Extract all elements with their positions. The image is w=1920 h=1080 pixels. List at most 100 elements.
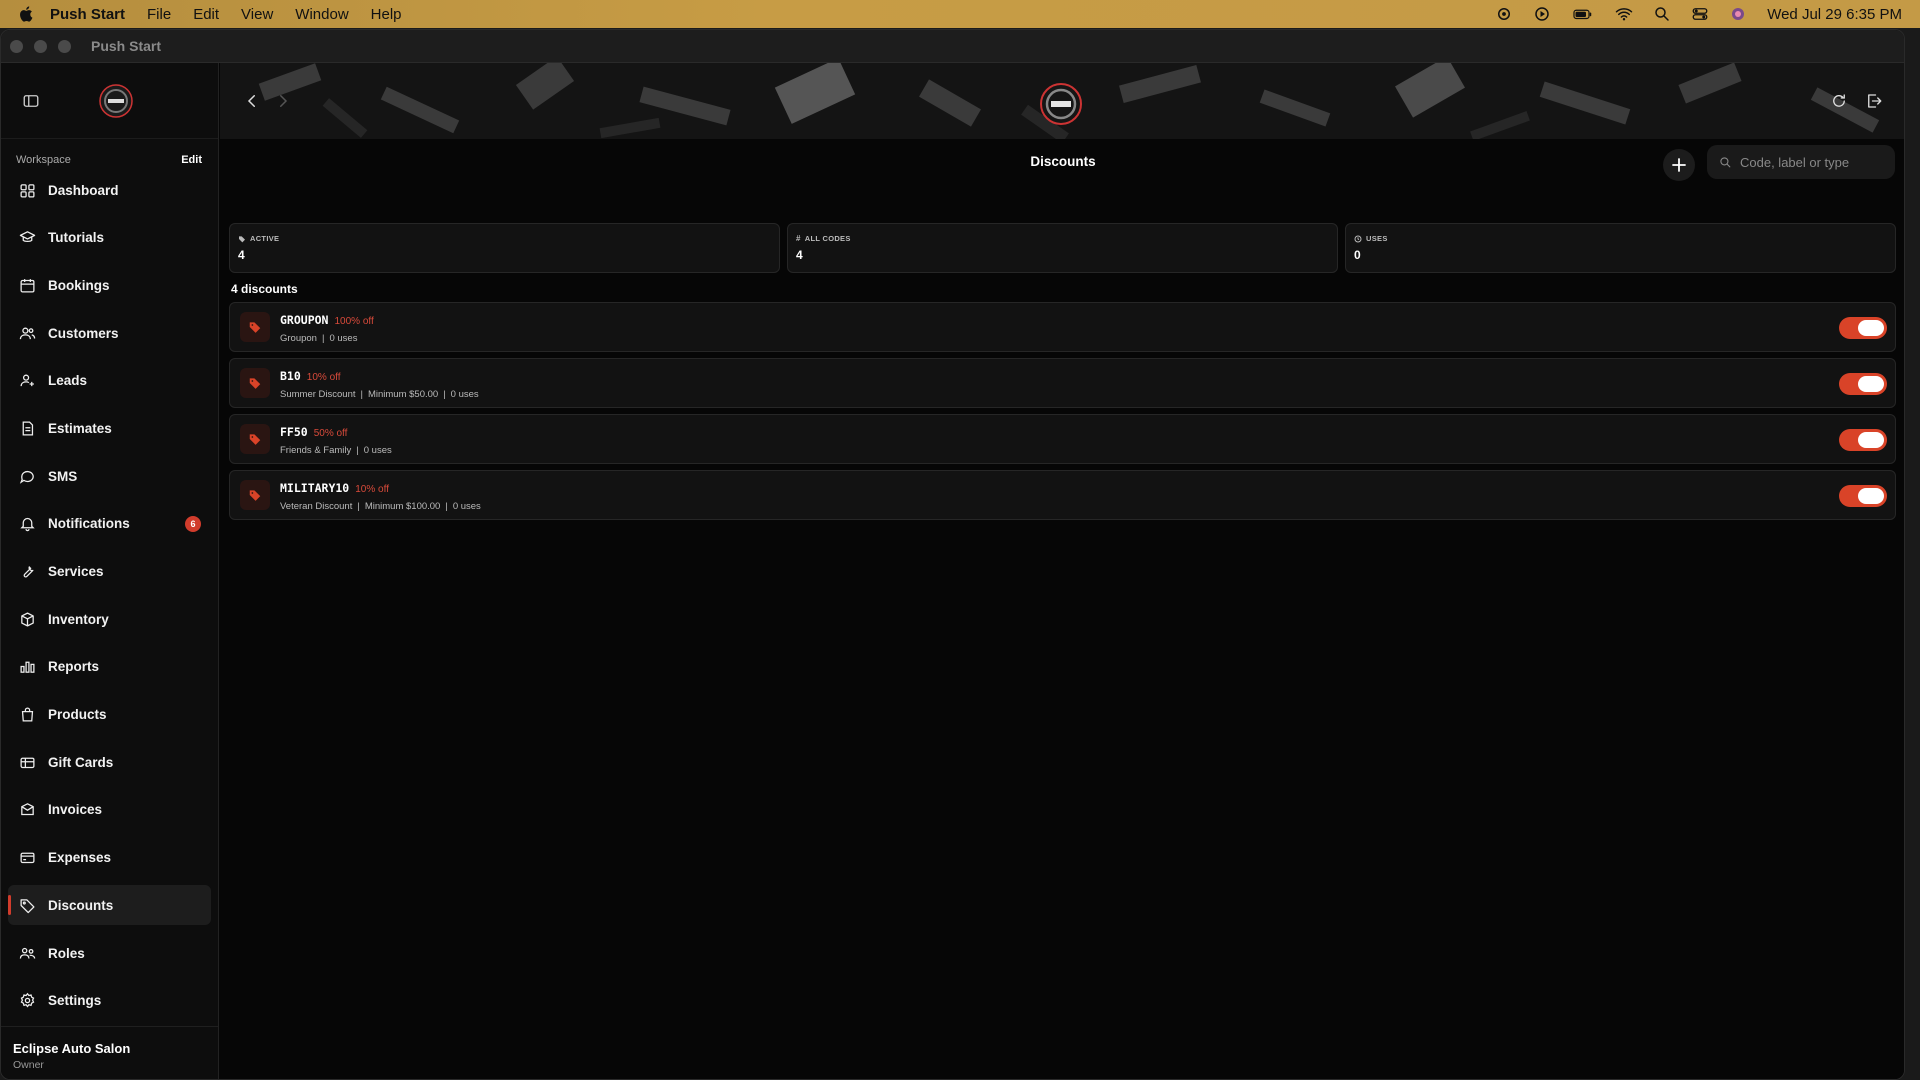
shopping-bag-icon — [21, 707, 34, 722]
gear-icon — [20, 992, 35, 1008]
wifi-icon[interactable] — [1615, 5, 1633, 23]
sidebar-item-label: Expenses — [48, 850, 112, 866]
hash-icon: # — [796, 234, 801, 243]
battery-icon[interactable] — [1571, 5, 1595, 23]
header-banner — [220, 63, 1904, 139]
sidebar-item-label: Reports — [48, 659, 100, 675]
center-brand-logo — [1040, 83, 1082, 125]
menu-view[interactable]: View — [241, 6, 273, 23]
organization-name: Eclipse Auto Salon — [13, 1041, 131, 1056]
discount-enabled-toggle[interactable] — [1839, 373, 1887, 395]
discount-row-military10[interactable]: MILITARY10 10% off Veteran Discount | Minim… — [229, 470, 1896, 520]
plus-icon — [1672, 158, 1686, 172]
sidebar-item-label: Invoices — [48, 802, 103, 818]
sidebar-item-gift-cards[interactable]: Gift Cards — [8, 742, 211, 782]
discount-label: Friends & Family — [280, 444, 352, 456]
sidebar-item-label: Roles — [48, 945, 85, 961]
minimize-window-button[interactable] — [34, 39, 47, 53]
discount-row-b10[interactable]: B10 10% off Summer Discount | Minimum $50.0… — [229, 358, 1896, 408]
sidebar-item-label: Customers — [48, 325, 119, 341]
sidebar-item-label: Products — [48, 707, 107, 723]
account-footer[interactable]: Eclipse Auto Salon Owner — [1, 1026, 218, 1079]
tag-icon — [20, 899, 35, 914]
sidebar-item-services[interactable]: Services — [8, 552, 211, 592]
sidebar-item-notifications[interactable]: Notifications 6 — [8, 504, 211, 544]
workspace-header: Workspace Edit — [1, 139, 218, 166]
apple-icon[interactable] — [18, 5, 36, 23]
sidebar-item-settings[interactable]: Settings — [8, 981, 211, 1021]
stat-card-active: ACTIVE 4 — [229, 223, 780, 273]
sidebar-item-leads[interactable]: Leads — [8, 361, 211, 401]
graduation-cap-icon — [19, 231, 36, 243]
user-plus-icon — [20, 374, 34, 387]
sidebar-item-customers[interactable]: Customers — [8, 313, 211, 353]
discount-enabled-toggle[interactable] — [1839, 429, 1887, 451]
sidebar-item-label: Services — [48, 564, 104, 579]
menu-help[interactable]: Help — [371, 6, 402, 23]
sidebar-item-label: Leads — [48, 373, 88, 389]
discount-list: GROUPON 100% off Groupon | 0 uses B10 10% of… — [229, 302, 1896, 526]
search-input[interactable]: Code, label or type — [1707, 145, 1895, 179]
credit-card-icon — [20, 852, 35, 864]
tag-icon — [249, 378, 261, 389]
discount-row-groupon[interactable]: GROUPON 100% off Groupon | 0 uses — [229, 302, 1896, 352]
control-center-icon[interactable] — [1691, 5, 1709, 23]
workspace-edit-button[interactable]: Edit — [181, 154, 202, 166]
sidebar-item-label: SMS — [48, 468, 78, 484]
close-window-button[interactable] — [10, 39, 23, 53]
play-circle-icon[interactable] — [1533, 5, 1551, 23]
sidebar-item-products[interactable]: Products — [8, 695, 211, 735]
menu-window[interactable]: Window — [295, 6, 348, 23]
discount-enabled-toggle[interactable] — [1839, 317, 1887, 339]
stat-label: ALL CODES — [804, 234, 851, 243]
discount-enabled-toggle[interactable] — [1839, 485, 1887, 507]
stat-value: 0 — [1354, 248, 1361, 262]
back-arrow-icon[interactable] — [243, 92, 261, 110]
sidebar-item-label: Inventory — [48, 611, 109, 627]
sidebar-item-discounts[interactable]: Discounts — [8, 885, 211, 926]
discount-row-ff50[interactable]: FF50 50% off Friends & Family | 0 uses — [229, 414, 1896, 464]
sidebar-item-inventory[interactable]: Inventory — [8, 599, 211, 639]
calendar-icon — [20, 279, 35, 293]
spotlight-search-icon[interactable] — [1653, 5, 1671, 23]
gift-card-icon — [20, 757, 35, 768]
forward-arrow-icon[interactable] — [274, 92, 292, 110]
chat-bubble-icon — [19, 470, 34, 484]
menubar-clock[interactable]: Wed Jul 29 6:35 PM — [1767, 6, 1902, 23]
sidebar-item-bookings[interactable]: Bookings — [8, 265, 211, 305]
stat-label: ACTIVE — [250, 234, 280, 243]
sign-out-icon[interactable] — [1865, 92, 1883, 110]
users-roles-icon — [19, 947, 36, 959]
sidebar-item-label: Bookings — [48, 277, 110, 293]
siri-icon[interactable] — [1729, 5, 1747, 23]
sidebar-toggle-icon[interactable] — [22, 92, 40, 110]
user-role: Owner — [13, 1059, 44, 1071]
sidebar-item-label: Notifications — [48, 516, 130, 532]
search-icon — [1720, 156, 1731, 167]
stat-card-uses: USES 0 — [1345, 223, 1896, 273]
menu-app-name[interactable]: Push Start — [50, 6, 125, 23]
bell-icon — [20, 518, 35, 532]
add-discount-button[interactable] — [1663, 149, 1695, 181]
wrench-icon — [23, 566, 34, 578]
sidebar-item-label: Settings — [48, 993, 102, 1009]
stats-row: ACTIVE 4 # ALL CODES 4 USES 0 — [229, 223, 1896, 273]
sidebar-item-tutorials[interactable]: Tutorials — [8, 218, 211, 258]
sidebar-item-roles[interactable]: Roles — [8, 933, 211, 973]
sidebar-item-dashboard[interactable]: Dashboard — [8, 170, 211, 210]
sidebar-item-estimates[interactable]: Estimates — [8, 408, 211, 448]
discount-icon — [240, 480, 270, 510]
zoom-window-button[interactable] — [58, 39, 71, 53]
tag-icon — [249, 490, 261, 501]
tag-icon — [249, 322, 261, 333]
sidebar-item-sms[interactable]: SMS — [8, 456, 211, 496]
sidebar-item-invoices[interactable]: Invoices — [8, 790, 211, 830]
menu-edit[interactable]: Edit — [193, 6, 219, 23]
openai-icon[interactable] — [1495, 5, 1513, 23]
notification-count-badge: 6 — [185, 515, 201, 532]
sidebar-item-reports[interactable]: Reports — [8, 647, 211, 687]
refresh-icon[interactable] — [1830, 92, 1848, 110]
sidebar-item-expenses[interactable]: Expenses — [8, 838, 211, 878]
discount-amount: 100% off — [334, 315, 374, 327]
menu-file[interactable]: File — [147, 6, 171, 23]
